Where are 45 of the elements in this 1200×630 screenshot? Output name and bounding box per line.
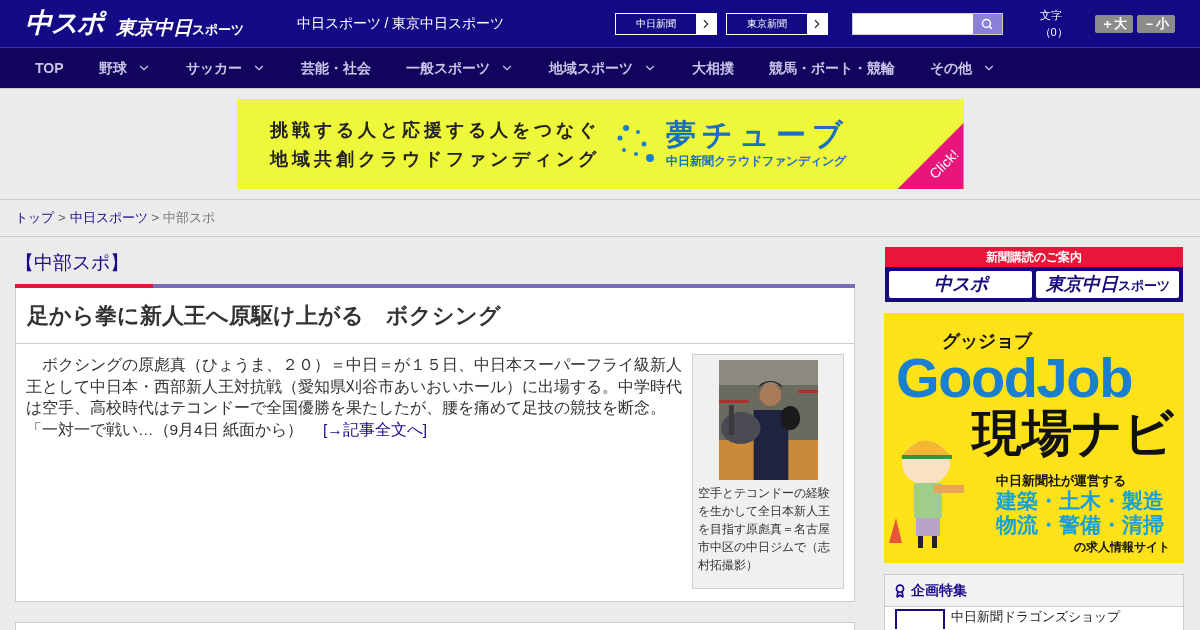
article-title: 足から拳に新人王へ原駆け上がる ボクシング [16,288,854,344]
search-icon [981,17,993,30]
banner-brand: 夢チューブ [665,118,849,152]
ad-kana: グッジョブ [942,331,1032,351]
nav-item[interactable]: その他 [929,57,996,79]
ad-logo: GoodJob [896,353,1132,403]
subscribe-button[interactable]: 中スポ [889,271,1032,298]
item-thumbnail [895,609,945,629]
nav-item[interactable]: サッカー [185,57,266,79]
nav-item[interactable]: 芸能・社会 [300,57,371,79]
nav-item[interactable]: 大相撲 [691,57,734,79]
site-title: 中日スポーツ / 東京中日スポーツ [296,14,506,33]
subscribe-button[interactable]: 東京中日スポーツ [1036,271,1179,298]
font-size-label: 文字（0） [1039,8,1069,40]
sub-logo[interactable]: 東京中日スポーツ [115,18,244,37]
ad-fields: 物流・警備・清掃 [996,513,1164,537]
breadcrumb-separator: > [58,209,66,228]
read-more-link[interactable]: [→記事全文へ] [323,420,428,438]
article-body: ボクシングの原彪真（ひょうま、２０）＝中日＝が１５日、中日本スーパーフライ級新人王として中日本・西部新人王対抗戦（愛知県刈谷市あいおいホール）に出場する。中学時代は空手、高校時代はテコンドーで全国優勝を果たしたが、腰を痛めて足技の競技を断念。「一対一で戦い…（9月4日 紙面から） [→記事全文へ] [26,355,682,440]
section-title: 【中部スポ】 [15,251,130,275]
ad-fields: 建築・土木・製造 [996,489,1164,513]
banner-brand-sub: 中日新聞クラウドファンディング [665,153,848,170]
photo-caption: 空手とテコンドーの経験を生かして全日本新人王を目指す原彪真＝名古屋市中区の中日ジムで（志村拓撮影） [698,485,831,574]
banner-text: 挑戦する人と応援する人をつなぐ [269,118,600,142]
subscribe-title: 新聞購読のご案内 [885,247,1183,267]
breadcrumb-separator: > [151,209,160,228]
banner-text: 地域共創クラウドファンディング [269,147,600,171]
breadcrumb-link[interactable]: 中日スポーツ [69,208,148,228]
nav-item[interactable]: 地域スポーツ [548,57,657,79]
ad-title: 現場ナビ [972,404,1174,463]
nav-item[interactable]: TOP [35,57,64,79]
nav-item[interactable]: 一般スポーツ [405,57,514,79]
search-field[interactable] [851,12,1003,35]
nav-item[interactable]: 野球 [98,57,151,79]
nav-item[interactable]: 競馬・ボート・競輪 [768,57,895,79]
ad-operator: 中日新聞社が運営する [996,472,1126,490]
feature-title: 企画特集 [911,581,967,600]
paper-link[interactable]: 中日新聞 [614,12,717,35]
paper-link[interactable]: 東京新聞 [725,12,828,35]
job-ad[interactable]: グッジョブ GoodJob 現場ナビ 中日新聞社が運営する 建築・土木・製造 物流・警備・清掃 の求人情報サイト [884,313,1184,563]
search-button[interactable] [972,13,1002,34]
award-icon [893,581,907,600]
breadcrumb-link[interactable]: トップ [15,208,54,228]
current-page-label: 中部スポ [163,209,216,228]
ad-tagline: の求人情報サイト [1074,539,1170,556]
